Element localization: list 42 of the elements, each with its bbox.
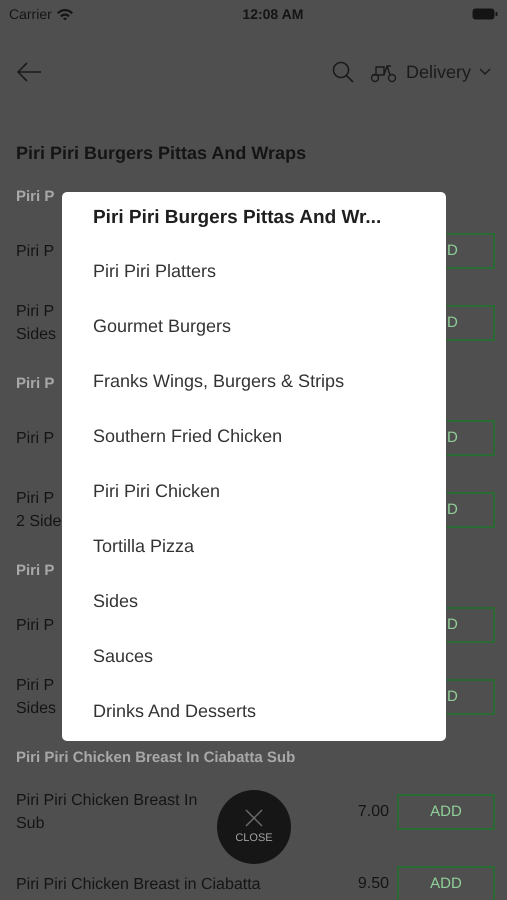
item-name: 2 Side <box>16 512 62 532</box>
category-menu-item[interactable]: Drinks And Desserts <box>93 698 256 725</box>
item-name: Piri P <box>16 676 54 696</box>
section-heading: Piri P <box>16 560 54 581</box>
wifi-icon <box>56 8 74 20</box>
menu-title: Piri Piri Burgers Pittas And Wr... <box>93 206 382 230</box>
back-arrow-icon <box>16 62 42 82</box>
close-icon <box>244 808 264 828</box>
item-name: Piri P <box>16 489 54 509</box>
item-name: Sub <box>16 814 44 834</box>
search-button[interactable] <box>332 61 354 83</box>
category-menu-item[interactable]: Sides <box>93 588 138 615</box>
clock: 12:08 AM <box>242 4 304 24</box>
item-price: 7.00 <box>358 802 389 822</box>
battery-icon <box>472 8 498 20</box>
search-icon <box>332 61 354 83</box>
item-name: Piri Piri Chicken Breast In <box>16 791 198 811</box>
section-heading: Piri P <box>16 374 54 394</box>
section-heading: Piri P <box>16 186 54 207</box>
category-menu-item[interactable]: Southern Fried Chicken <box>93 423 282 450</box>
category-menu-item[interactable]: Gourmet Burgers <box>93 313 232 340</box>
close-button[interactable]: CLOSE <box>217 790 291 864</box>
add-button[interactable]: ADD <box>397 794 495 830</box>
add-button[interactable]: ADD <box>397 866 495 900</box>
item-name: Sides <box>16 325 56 345</box>
item-price: 9.50 <box>358 874 389 894</box>
item-name: Piri P <box>16 428 54 448</box>
item-name: Piri P <box>16 616 54 636</box>
back-button[interactable] <box>16 62 42 82</box>
item-name: Piri P <box>16 242 54 262</box>
category-menu-item[interactable]: Tortilla Pizza <box>93 533 194 560</box>
item-name: Sides <box>16 699 56 719</box>
category-menu-item[interactable]: Franks Wings, Burgers & Strips <box>93 368 344 395</box>
category-title: Piri Piri Burgers Pittas And Wraps <box>16 143 308 163</box>
section-heading: Piri Piri Chicken Breast In Ciabatta Sub <box>16 748 296 768</box>
category-menu-item[interactable]: Piri Piri Chicken <box>93 478 220 505</box>
item-name: Piri P <box>16 302 54 322</box>
item-name: Piri Piri Chicken Breast in Ciabatta <box>16 874 261 894</box>
category-menu-item[interactable]: Sauces <box>93 643 154 670</box>
carrier-label: Carrier <box>9 4 52 24</box>
category-menu-item[interactable]: Piri Piri Platters <box>93 258 216 285</box>
chevron-down-icon <box>479 68 491 76</box>
